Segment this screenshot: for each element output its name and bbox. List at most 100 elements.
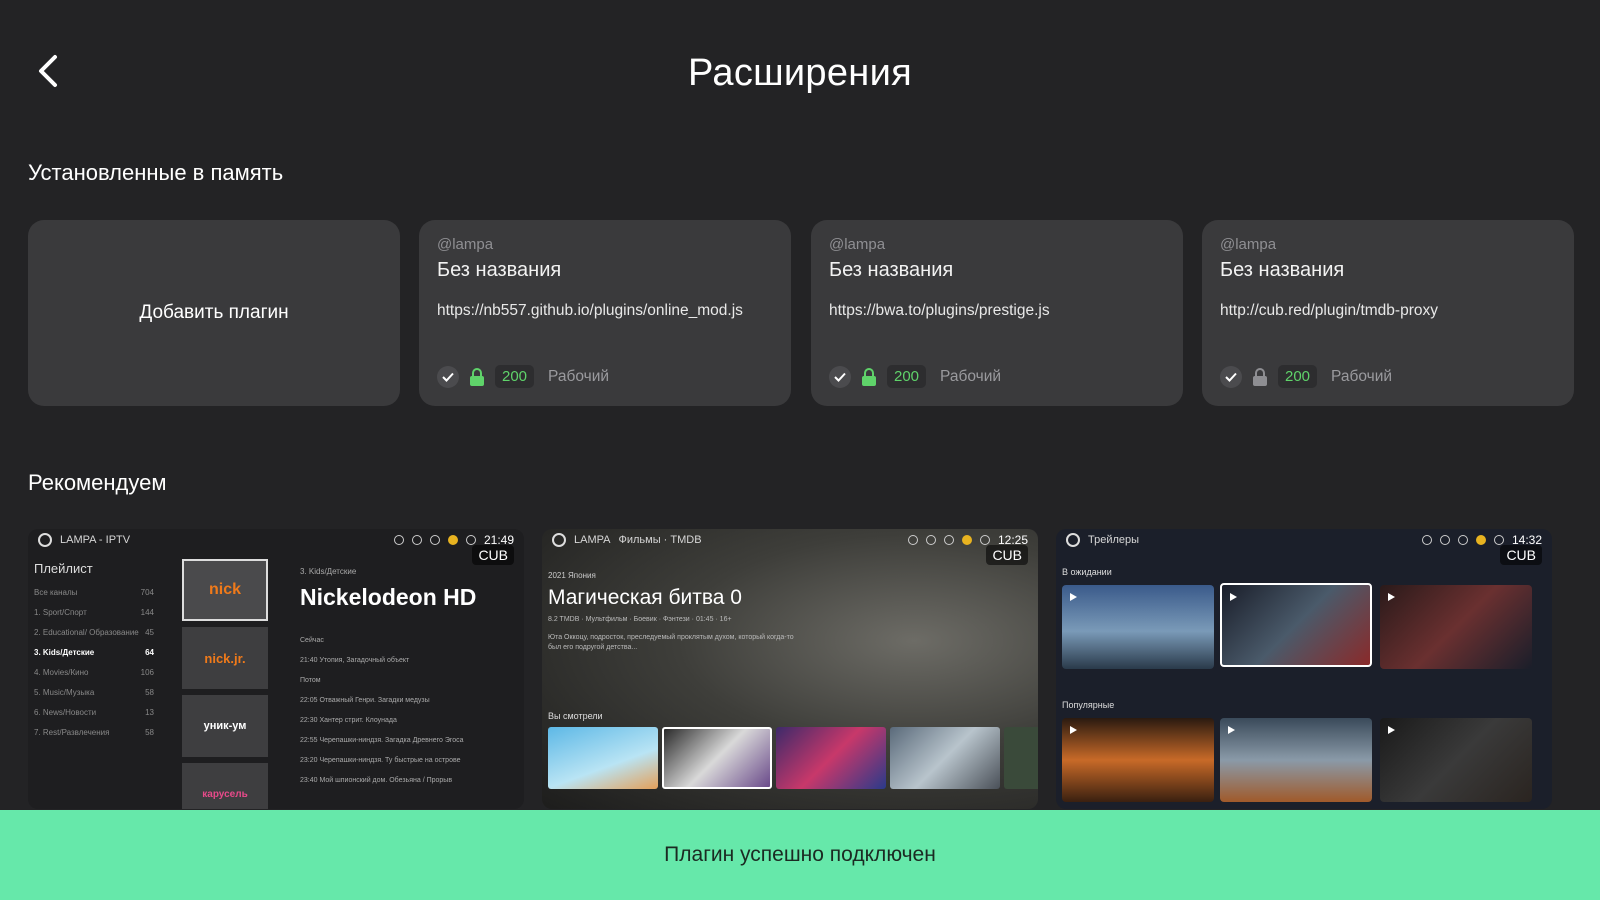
cub-badge: CUB <box>986 545 1028 565</box>
cub-badge: CUB <box>472 545 514 565</box>
list-item: Потом <box>300 677 321 684</box>
movie-meta: 8.2 TMDB · Мультфильм · Боевик · Фэнтези… <box>548 616 732 623</box>
check-icon <box>437 365 459 388</box>
cub-badge: CUB <box>1500 545 1542 565</box>
avatar-icon <box>1475 535 1486 545</box>
play-icon <box>1230 593 1237 601</box>
status-code-badge: 200 <box>1278 365 1318 388</box>
preview-app-name: LAMPA <box>574 534 611 546</box>
avatar-icon <box>447 535 458 545</box>
recommended-plugins-row: LAMPA - IPTV 21:49 CUB Плейлист Все кана… <box>28 529 1600 809</box>
plugin-card[interactable]: @lampa Без названия https://bwa.to/plugi… <box>811 220 1183 406</box>
list-item: 21:40 Утопия, Загадочный объект <box>300 657 410 664</box>
recommended-plugin-tmdb[interactable]: LAMPA Фильмы · TMDB 12:25 CUB 2021 Япони… <box>542 529 1038 809</box>
watched-label: Вы смотрели <box>548 711 603 721</box>
lampa-logo-icon <box>38 533 52 547</box>
plugin-url: https://nb557.github.io/plugins/online_m… <box>437 302 743 319</box>
trailer-thumb <box>1380 718 1532 802</box>
list-item: Сейчас <box>300 637 324 644</box>
add-plugin-button[interactable]: Добавить плагин <box>28 220 400 406</box>
plugin-author: @lampa <box>1220 236 1277 253</box>
poster-thumb <box>548 727 658 789</box>
list-item: 6. News/Новости 13 <box>34 708 154 717</box>
plugin-url: https://bwa.to/plugins/prestige.js <box>829 302 1050 319</box>
success-toast: Плагин успешно подключен <box>0 810 1600 900</box>
extensions-page: Расширения Установленные в память Добави… <box>0 0 1600 900</box>
movie-title: Магическая битва 0 <box>548 586 742 609</box>
plugin-status: 200 Рабочий <box>1220 365 1392 388</box>
play-icon <box>1388 593 1395 601</box>
preview-topbar: Трейлеры 14:32 <box>1056 529 1552 551</box>
plugin-card[interactable]: @lampa Без названия https://nb557.github… <box>419 220 791 406</box>
lampa-logo-icon <box>1066 533 1080 547</box>
check-icon <box>1220 365 1242 388</box>
plugin-name: Без названия <box>1220 259 1345 281</box>
channel-name: Nickelodeon HD <box>300 584 477 610</box>
preview-topbar: LAMPA Фильмы · TMDB 12:25 <box>542 529 1038 551</box>
installed-section-title: Установленные в память <box>28 160 284 185</box>
movie-year-country: 2021 Япония <box>548 571 596 580</box>
status-text: Рабочий <box>940 367 1002 385</box>
installed-plugins-row: Добавить плагин @lampa Без названия http… <box>28 220 1600 406</box>
movie-description: Юта Оккоцу, подросток, преследуемый прок… <box>548 634 794 651</box>
preview-app-name: LAMPA - IPTV <box>60 534 131 546</box>
epg-list: Сейчас 21:40 Утопия, Загадочный объект П… <box>300 631 516 791</box>
row-label: В ожидании <box>1062 567 1112 577</box>
playlist-label: Плейлист <box>34 561 93 576</box>
plugin-author: @lampa <box>829 236 886 253</box>
row-label: Популярные <box>1062 700 1115 710</box>
search-icon <box>907 535 918 545</box>
bell-icon <box>1457 535 1468 545</box>
list-item: 4. Movies/Кино 106 <box>34 668 154 677</box>
lock-icon <box>861 367 877 387</box>
status-code-badge: 200 <box>495 365 535 388</box>
status-code-badge: 200 <box>887 365 927 388</box>
search-icon <box>393 535 404 545</box>
preview-app-name: Трейлеры <box>1088 534 1140 546</box>
preview-nav: Фильмы · TMDB <box>618 534 702 546</box>
list-item: 7. Rest/Развлечения 58 <box>34 728 154 737</box>
status-text: Рабочий <box>548 367 610 385</box>
channel-logo: карусель <box>182 763 268 809</box>
play-icon <box>1388 726 1395 734</box>
recommended-plugin-trailers[interactable]: Трейлеры 14:32 CUB В ожидании Популярные <box>1056 529 1552 809</box>
movie-info: 2021 Япония Магическая битва 0 8.2 TMDB … <box>548 571 808 653</box>
gear-icon <box>411 535 422 545</box>
poster-thumb <box>1004 727 1038 789</box>
plugin-author: @lampa <box>437 236 494 253</box>
plugin-name: Без названия <box>829 259 954 281</box>
list-item: 5. Music/Музыка 58 <box>34 688 154 697</box>
iptv-playlist: Плейлист Все каналы 704 1. Sport/Спорт 144… <box>34 561 154 748</box>
add-plugin-label: Добавить плагин <box>139 302 289 323</box>
list-item: 22:55 Черепашки-ниндзя. Загадка Древнего… <box>300 737 464 744</box>
toast-message: Плагин успешно подключен <box>664 843 936 866</box>
list-item: 23:40 Мой шпионский дом. Обезьяна / Прор… <box>300 777 453 784</box>
trailer-thumb <box>1062 718 1214 802</box>
plugin-name: Без названия <box>437 259 562 281</box>
channel-info: 3. Kids/Детские Nickelodeon HD Сейчас 21… <box>300 567 516 791</box>
play-icon <box>1228 726 1235 734</box>
list-item: 1. Sport/Спорт 144 <box>34 608 154 617</box>
recommended-plugin-iptv[interactable]: LAMPA - IPTV 21:49 CUB Плейлист Все кана… <box>28 529 524 809</box>
recommended-section-title: Рекомендуем <box>28 470 167 495</box>
poster-thumb <box>662 727 772 789</box>
list-item: 22:30 Хантер стрит. Клоунада <box>300 717 397 724</box>
channel-logo: nick.jr. <box>182 627 268 689</box>
trailer-thumb <box>1220 583 1372 667</box>
channel-logo: уник-ум <box>182 695 268 757</box>
plugin-status: 200 Рабочий <box>437 365 609 388</box>
list-item: 22:05 Отважный Генри. Загадки медузы <box>300 697 430 704</box>
preview-topbar: LAMPA - IPTV 21:49 <box>28 529 524 551</box>
bell-icon <box>429 535 440 545</box>
channel-logo: nick <box>182 559 268 621</box>
search-icon <box>1421 535 1432 545</box>
check-icon <box>829 365 851 388</box>
status-text: Рабочий <box>1331 367 1393 385</box>
avatar-icon <box>961 535 972 545</box>
play-icon <box>1070 726 1077 734</box>
gear-icon <box>925 535 936 545</box>
plugin-card[interactable]: @lampa Без названия http://cub.red/plugi… <box>1202 220 1574 406</box>
play-icon <box>1070 593 1077 601</box>
lampa-logo-icon <box>552 533 566 547</box>
fullscreen-icon <box>465 535 476 545</box>
